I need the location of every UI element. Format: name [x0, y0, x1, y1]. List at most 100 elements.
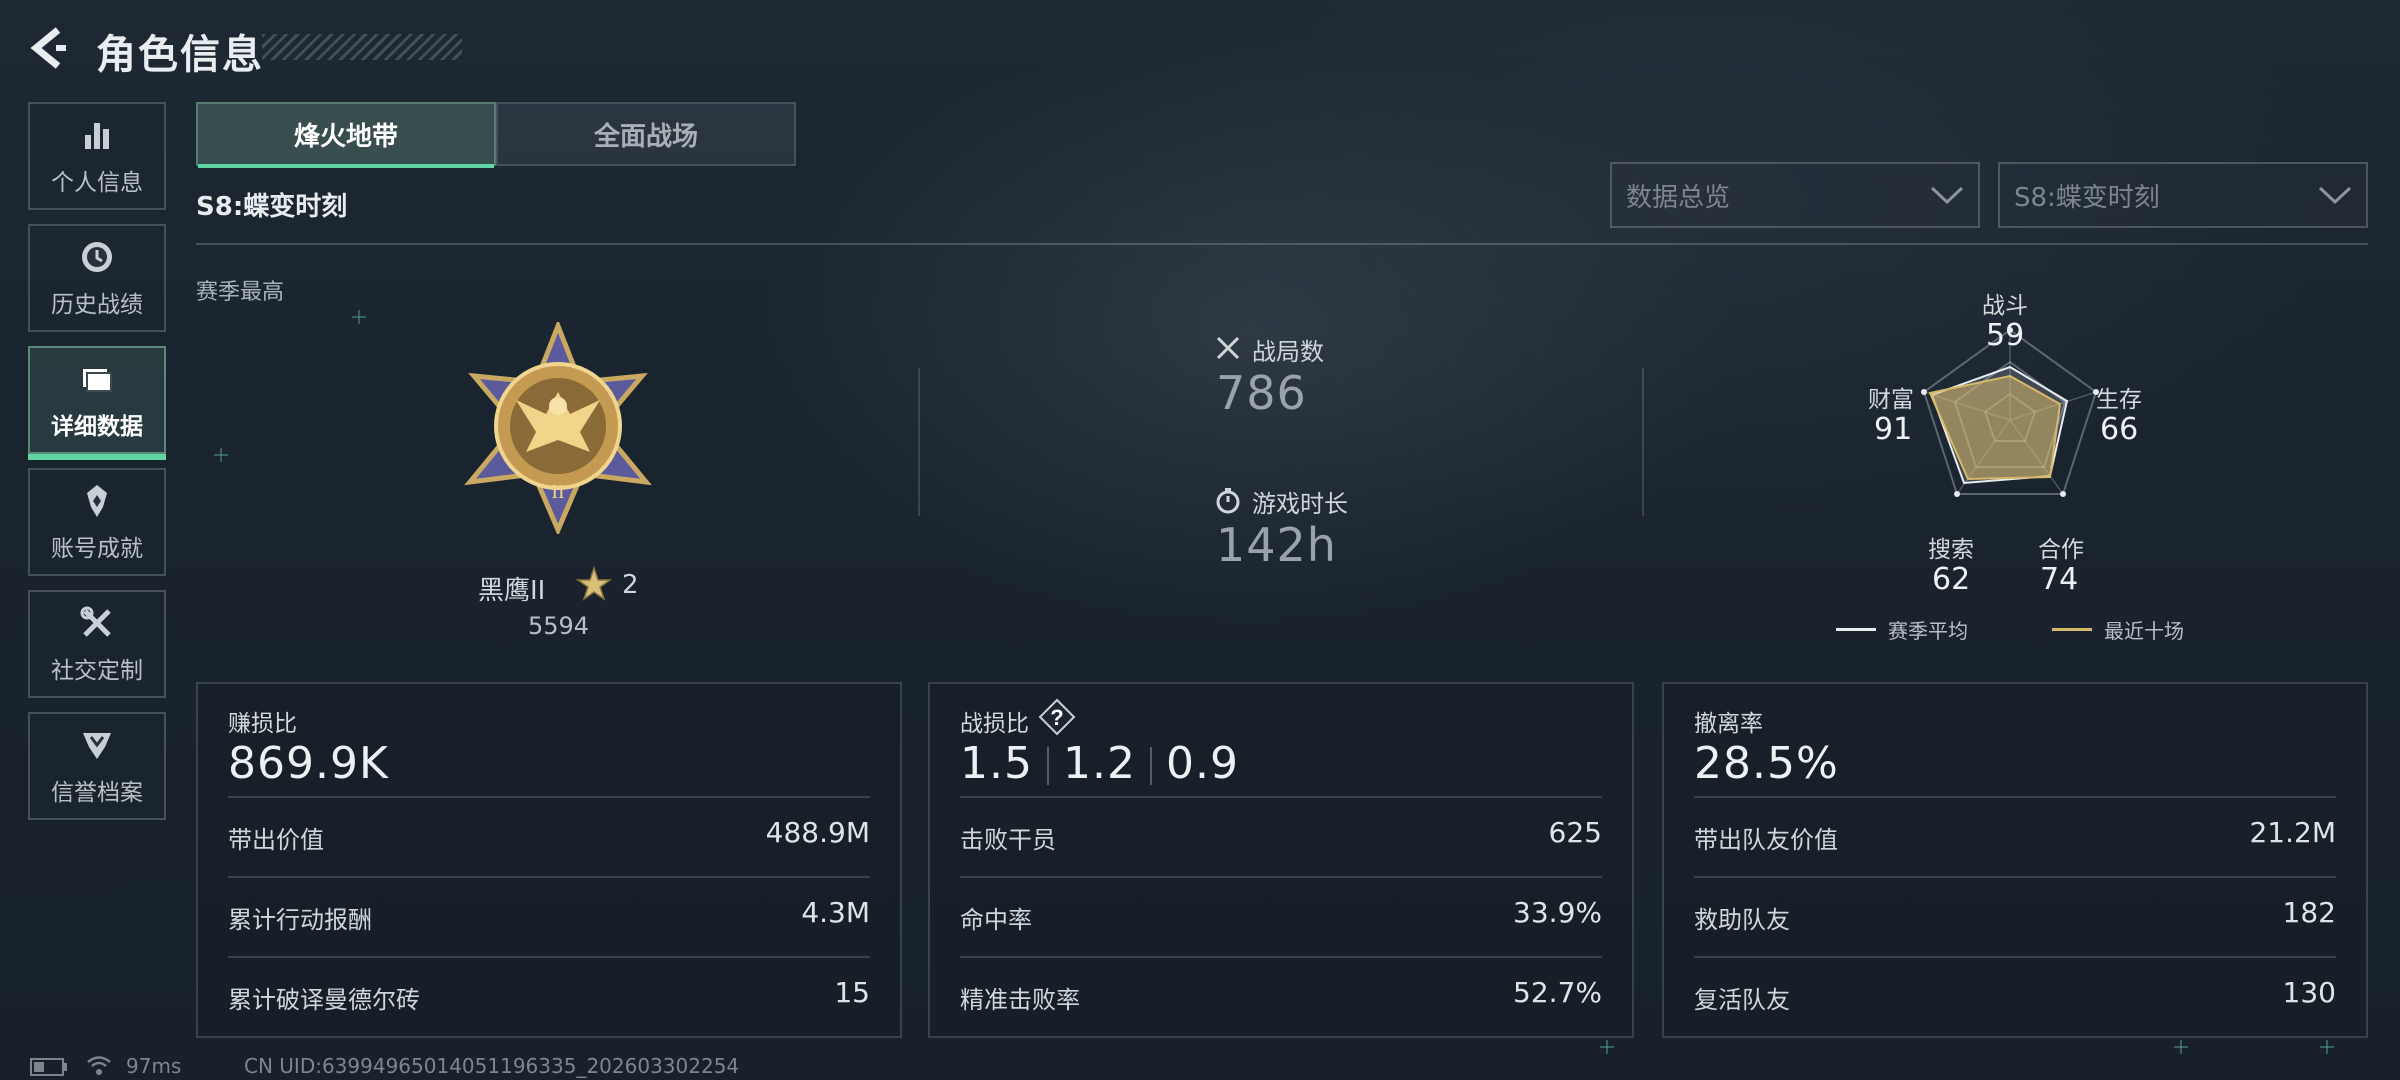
panel-title: 战损比: [960, 711, 1029, 737]
chevron-down-icon: [1930, 186, 1964, 205]
row-label: 带出队友价值: [1694, 826, 1838, 854]
divider: [1149, 747, 1152, 785]
sidebar-item-personal-info[interactable]: 个人信息: [28, 102, 166, 210]
radar-label-search: 搜索: [1928, 537, 1974, 563]
row-label: 精准击败率: [960, 986, 1080, 1014]
row-value: 625: [1548, 816, 1602, 849]
chevron-down-icon: [2318, 186, 2352, 205]
profit-panel: 赚损比 869.9K 带出价值 488.9M 累计行动报酬 4.3M 累计破译曼…: [196, 682, 902, 1038]
season-select-value: S8:蝶变时刻: [2014, 182, 2160, 213]
radar-label-wealth: 财富: [1868, 387, 1914, 413]
radar-label-survival: 生存: [2096, 387, 2142, 413]
divider: [1046, 747, 1049, 785]
row-value: 15: [834, 976, 870, 1009]
panel-title: 赚损比: [228, 711, 297, 737]
crossed-swords-icon: [1216, 336, 1240, 360]
row-label: 累计行动报酬: [228, 906, 372, 934]
legend-swatch-recent: [2052, 628, 2092, 631]
row-value: 488.9M: [765, 816, 870, 849]
sidebar-item-history[interactable]: 历史战绩: [28, 224, 166, 332]
radar-value-wealth: 91: [1874, 412, 1913, 447]
divider: [960, 876, 1602, 878]
row-label: 击败干员: [960, 826, 1056, 854]
help-icon[interactable]: ?: [1038, 698, 1076, 736]
sidebar-item-credit[interactable]: 信誉档案: [28, 712, 166, 820]
kd-value: 0.9: [1165, 738, 1239, 789]
bg-decoration: [352, 310, 366, 324]
row-value: 21.2M: [2249, 816, 2336, 849]
row-value: 4.3M: [801, 896, 870, 929]
star-icon: [576, 566, 612, 601]
divider: [1694, 956, 2336, 958]
kd-panel: 战损比 ? 1.5 1.2 0.9 击败干员 625 命中率 33.9% 精准击败率…: [928, 682, 1634, 1038]
row-label: 命中率: [960, 906, 1032, 934]
title-decoration: [262, 34, 462, 60]
row-value: 130: [2282, 976, 2336, 1009]
sidebar-item-label: 信誉档案: [51, 780, 143, 806]
sidebar-item-achievements[interactable]: 账号成就: [28, 468, 166, 576]
svg-text:?: ?: [1050, 705, 1063, 730]
wifi-icon: [87, 1056, 111, 1075]
divider: [228, 956, 870, 958]
category-select[interactable]: 数据总览: [1610, 162, 1980, 228]
history-icon: [82, 242, 112, 272]
rank-score-value: 5594: [528, 612, 590, 640]
divider: [196, 243, 2368, 245]
divider: [918, 368, 920, 516]
divider: [228, 876, 870, 878]
tab-battlefield[interactable]: 全面战场: [496, 102, 796, 166]
divider: [1694, 876, 2336, 878]
radar-value-teamwork: 74: [2040, 562, 2079, 597]
bg-decoration: [2320, 1040, 2334, 1054]
row-label: 复活队友: [1694, 986, 1790, 1014]
sidebar-item-label: 社交定制: [51, 658, 143, 684]
tab-firezone[interactable]: 烽火地带: [196, 102, 496, 168]
season-best-label: 赛季最高: [196, 280, 285, 305]
sidebar-item-label: 历史战绩: [51, 292, 143, 318]
radar-value-combat: 59: [1986, 318, 2025, 353]
extract-panel: 撤离率 28.5% 带出队友价值 21.2M 救助队友 182 复活队友 130: [1662, 682, 2368, 1038]
battery-icon: [30, 1058, 67, 1076]
divider: [1642, 368, 1644, 516]
bg-decoration: [1600, 1040, 1614, 1054]
back-arrow-icon[interactable]: [28, 26, 68, 70]
sidebar-item-detailed-data[interactable]: 详细数据: [28, 346, 166, 460]
row-label: 带出价值: [228, 826, 324, 854]
ping-text: 97ms: [126, 1054, 182, 1078]
kd-value: 1.5: [960, 738, 1033, 789]
panel-title: 撤离率: [1694, 711, 1763, 737]
bg-decoration: [2174, 1040, 2188, 1054]
legend-swatch-season: [1836, 628, 1876, 631]
stopwatch-icon: [1216, 488, 1240, 514]
panel-main-value: 869.9K: [228, 738, 389, 789]
matches-value: 786: [1216, 366, 1307, 420]
row-value: 52.7%: [1513, 976, 1602, 1009]
bg-decoration: [214, 448, 228, 462]
divider: [960, 796, 1602, 798]
row-value: 182: [2282, 896, 2336, 929]
sidebar-item-label: 详细数据: [51, 414, 143, 440]
playtime-value: 142h: [1216, 518, 1337, 572]
playtime-label: 游戏时长: [1252, 490, 1348, 518]
page-title: 角色信息: [96, 32, 264, 78]
row-value: 33.9%: [1513, 896, 1602, 929]
legend-label-season: 赛季平均: [1888, 619, 1968, 643]
tools-icon: [80, 606, 111, 637]
bar-chart-icon: [85, 123, 109, 149]
divider: [228, 796, 870, 798]
divider: [1694, 796, 2336, 798]
svg-text:II: II: [551, 481, 564, 503]
divider: [960, 956, 1602, 958]
panel-main-value: 28.5%: [1694, 738, 1839, 789]
rank-medal-icon: II: [464, 322, 652, 534]
row-label: 救助队友: [1694, 906, 1790, 934]
rank-star-count: 2: [622, 570, 639, 600]
legend-label-recent: 最近十场: [2104, 619, 2184, 643]
category-select-value: 数据总览: [1626, 182, 1731, 213]
folder-icon: [83, 369, 112, 392]
uid-text: CN UID:63994965014051196335_202603302254: [244, 1054, 740, 1078]
radar-value-survival: 66: [2100, 412, 2139, 447]
season-select[interactable]: S8:蝶变时刻: [1998, 162, 2368, 228]
sidebar-item-social[interactable]: 社交定制: [28, 590, 166, 698]
credit-icon: [83, 733, 111, 759]
